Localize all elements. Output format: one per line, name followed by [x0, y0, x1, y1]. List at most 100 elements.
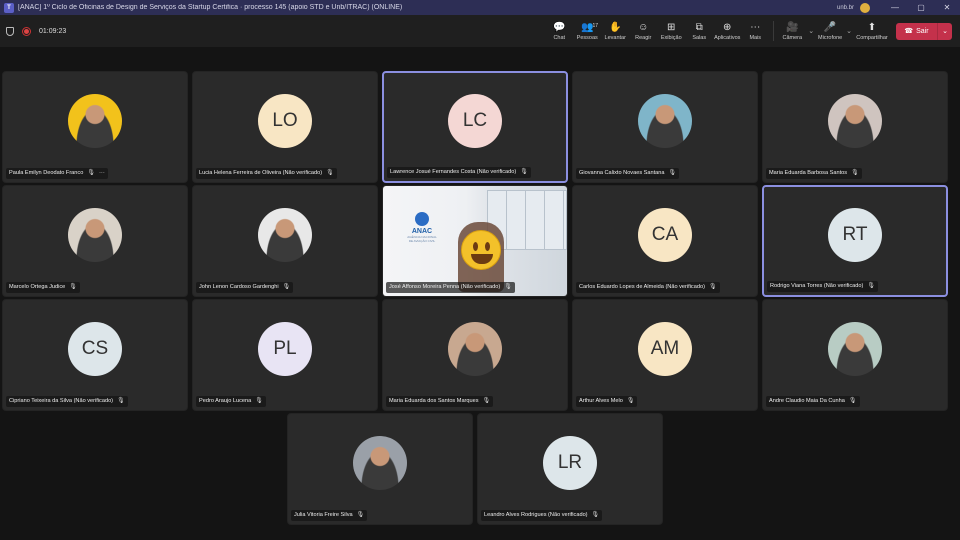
toolbar-button-label: Levantar: [604, 34, 626, 41]
mic-muted-icon: 🎙: [117, 398, 125, 404]
participant-avatar: LO: [258, 94, 312, 148]
mic-muted-icon: 🎙: [356, 512, 365, 518]
mic-muted-icon: 🎙: [520, 169, 528, 175]
participant-tile[interactable]: AM Arthur Alves Melo 🎙: [572, 299, 758, 411]
toolbar-button-label: Exibição: [660, 34, 682, 41]
mic-muted-icon: 🎙: [708, 284, 717, 290]
share-button[interactable]: ⬆ Compartilhar: [854, 22, 890, 41]
participant-tile[interactable]: ANAC AGÊNCIA NACIONAL DE AVIAÇÃO CIVIL Jos…: [382, 185, 568, 297]
meeting-timer: 01:09:23: [39, 27, 67, 35]
participant-avatar: [68, 208, 122, 262]
video-gallery: Paula Emilyn Deodato Franco 🎙 ··· LO Lucia H…: [0, 47, 960, 540]
toolbar-button-exibição[interactable]: ⊞ Exibição: [657, 22, 685, 41]
microphone-label: Microfone: [818, 34, 843, 41]
participant-tile[interactable]: LO Lucia Helena Ferreira de Oliveira (Não…: [192, 71, 378, 183]
user-avatar[interactable]: [860, 2, 870, 13]
participant-avatar: [638, 94, 692, 148]
phone-icon: ☎: [904, 28, 914, 35]
toolbar-button-label: Mais: [749, 34, 762, 41]
leave-button[interactable]: ☎ Sair ⌄: [896, 22, 952, 40]
emoji-eye: [485, 242, 490, 251]
share-icon: ⬆: [867, 21, 877, 33]
title-bar: T [ANAC] 1º Ciclo de Oficinas de Design …: [0, 0, 960, 15]
toolbar-button-aplicativos[interactable]: ⊕ Aplicativos: [713, 22, 741, 41]
participant-name: Lucia Helena Ferreira de Oliveira (Não v…: [199, 170, 323, 176]
leave-label: Sair: [916, 27, 929, 35]
participant-avatar: [258, 208, 312, 262]
participant-name: Rodrigo Viana Torres (Não verificado): [770, 283, 864, 289]
toolbar-button-pessoas[interactable]: 👥 17 Pessoas: [573, 22, 601, 41]
participant-name-tag: José Affonso Moreira Penna (Não verifica…: [386, 282, 515, 293]
participant-name: Marcelo Ortega Judice: [9, 284, 66, 290]
participant-tile[interactable]: Paula Emilyn Deodato Franco 🎙 ···: [2, 71, 188, 183]
toolbar-divider: [773, 21, 775, 41]
anac-logo-mark: [415, 212, 429, 226]
participant-name-tag: Maria Eduarda Barbosa Santos 🎙: [766, 168, 862, 179]
participant-tile[interactable]: Marcelo Ortega Judice 🎙: [2, 185, 188, 297]
participant-name: José Affonso Moreira Penna (Não verifica…: [389, 284, 501, 290]
participant-tile[interactable]: RT Rodrigo Viana Torres (Não verificado) 🎙: [762, 185, 948, 297]
participant-tile[interactable]: CS Cipriano Teixeira da Silva (Não verifi…: [2, 299, 188, 411]
participant-avatar: [828, 322, 882, 376]
participant-name: Pedro Araujo Lucena: [199, 398, 252, 404]
minimize-button[interactable]: —: [882, 3, 908, 12]
rooms-icon: ⧉: [695, 21, 703, 33]
participant-avatar: [68, 94, 122, 148]
close-window-button[interactable]: ✕: [934, 3, 960, 12]
participant-avatar: [448, 322, 502, 376]
participant-name: Giovanna Calixto Novaes Santana: [579, 170, 665, 176]
participant-name-tag: John Lenon Cardoso Gardenghi 🎙: [196, 282, 294, 293]
mic-muted-icon: 🎙: [851, 170, 859, 176]
participant-tile[interactable]: PL Pedro Araujo Lucena 🎙: [192, 299, 378, 411]
participant-name-tag: Lucia Helena Ferreira de Oliveira (Não v…: [196, 168, 337, 179]
leave-options-chevron-icon[interactable]: ⌄: [938, 27, 952, 35]
participant-name: Carlos Eduardo Lopes de Almeida (Não ver…: [579, 284, 705, 290]
toolbar-button-label: Pessoas: [576, 34, 598, 41]
toolbar-button-mais[interactable]: ⋯ Mais: [741, 22, 769, 41]
participant-avatar: CA: [638, 208, 692, 262]
participant-name: Andre Claudio Maia Da Cunha: [769, 398, 845, 404]
camera-options-chevron-icon[interactable]: ⌄: [808, 27, 814, 35]
participant-name-tag: Andre Claudio Maia Da Cunha 🎙: [766, 396, 860, 407]
more-options-icon[interactable]: ···: [99, 168, 105, 179]
participant-tile[interactable]: Maria Eduarda dos Santos Marques 🎙: [382, 299, 568, 411]
participant-tile[interactable]: LC Lawrence Josué Fernandes Costa (Não ve…: [382, 71, 568, 183]
participant-name: John Lenon Cardoso Gardenghi: [199, 284, 279, 290]
participant-tile[interactable]: Andre Claudio Maia Da Cunha 🎙: [762, 299, 948, 411]
microphone-options-chevron-icon[interactable]: ⌄: [846, 27, 852, 35]
camera-button[interactable]: 🎥 Câmera: [778, 22, 806, 41]
participant-name-tag: Leandro Alves Rodrigues (Não verificado)…: [481, 510, 603, 521]
mic-muted-icon: 🎙: [282, 284, 291, 290]
participant-name-tag: Arthur Alves Melo 🎙: [576, 396, 638, 407]
participant-name-tag: Rodrigo Viana Torres (Não verificado) 🎙: [767, 281, 879, 292]
mic-muted-icon: 🎙: [504, 284, 512, 290]
toolbar-button-label: Aplicativos: [714, 34, 741, 41]
shield-icon[interactable]: [6, 26, 14, 36]
participant-tile[interactable]: John Lenon Cardoso Gardenghi 🎙: [192, 185, 378, 297]
user-label: unb.br: [836, 4, 854, 11]
participant-name-tag: Julia Vitoria Freire Silva 🎙: [291, 510, 368, 521]
participant-tile[interactable]: Julia Vitoria Freire Silva 🎙: [287, 413, 473, 525]
participant-tile[interactable]: CA Carlos Eduardo Lopes de Almeida (Não v…: [572, 185, 758, 297]
participant-tile[interactable]: Giovanna Calixto Novaes Santana 🎙: [572, 71, 758, 183]
participant-name-tag: Giovanna Calixto Novaes Santana 🎙: [576, 168, 680, 179]
maximize-button[interactable]: ▢: [908, 3, 934, 12]
toolbar-button-label: Chat: [553, 34, 566, 41]
participant-name: Maria Eduarda Barbosa Santos: [769, 170, 848, 176]
toolbar-button-salas[interactable]: ⧉ Salas: [685, 22, 713, 41]
toolbar-button-chat[interactable]: 💬 Chat: [545, 22, 573, 41]
participant-tile[interactable]: Maria Eduarda Barbosa Santos 🎙: [762, 71, 948, 183]
participant-avatar: LR: [543, 436, 597, 490]
toolbar-button-reagir[interactable]: ☺ Reagir: [629, 22, 657, 41]
participant-avatar: AM: [638, 322, 692, 376]
participant-avatar: PL: [258, 322, 312, 376]
mic-muted-icon: 🎙: [668, 170, 677, 176]
toolbar-button-levantar[interactable]: ✋ Levantar: [601, 22, 629, 41]
participant-tile[interactable]: LR Leandro Alves Rodrigues (Não verificad…: [477, 413, 663, 525]
participant-name: Julia Vitoria Freire Silva: [294, 512, 353, 518]
anac-logo: ANAC AGÊNCIA NACIONAL DE AVIAÇÃO CIVIL: [407, 212, 437, 243]
participant-name-tag: Carlos Eduardo Lopes de Almeida (Não ver…: [576, 282, 720, 293]
participant-name: Maria Eduarda dos Santos Marques: [389, 398, 479, 404]
mic-muted-icon: 🎙: [867, 283, 876, 289]
microphone-button[interactable]: 🎤 Microfone: [816, 22, 844, 41]
